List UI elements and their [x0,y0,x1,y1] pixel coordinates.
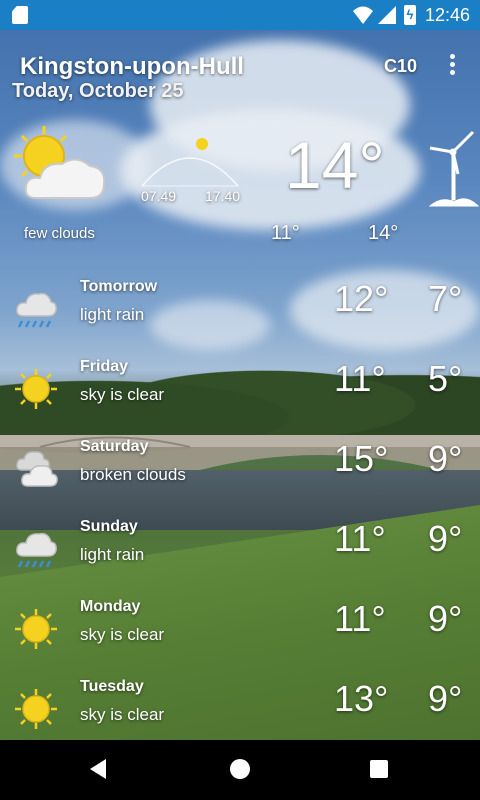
status-time: 12:46 [425,5,471,25]
today-min-temp: 11° [271,222,300,244]
sun-icon [14,688,58,730]
forecast-description: light rain [80,305,145,324]
forecast-low-temp: 5° [428,358,463,399]
overflow-menu-icon[interactable] [444,54,460,78]
wind-turbine-icon [428,130,480,207]
forecast-description: sky is clear [80,385,165,404]
today-description: few clouds [24,225,95,242]
forecast-day: Tuesday [80,678,144,695]
forecast-high-temp: 12° [334,278,389,319]
forecast-row[interactable]: Saturday broken clouds 15° 9° [0,438,480,518]
forecast-high-temp: 13° [334,678,389,719]
forecast-low-temp: 9° [428,598,463,639]
sun-path-icon [141,138,239,187]
forecast-low-temp: 9° [428,678,463,719]
forecast-high-temp: 11° [334,358,386,399]
forecast-row[interactable]: Tomorrow light rain 12° 7° [0,278,480,358]
forecast-day: Tomorrow [80,278,158,295]
forecast-description: sky is clear [80,625,165,644]
partly-cloudy-icon [14,126,106,199]
forecast-low-temp: 7° [428,278,463,319]
forecast-day: Sunday [80,518,138,535]
navigation-bar [0,740,480,800]
current-date: Today, October 25 [12,80,184,102]
wifi-icon [353,6,373,24]
unit-button[interactable]: C10 [384,56,417,77]
forecast-description: broken clouds [80,465,186,484]
forecast-row[interactable]: Sunday light rain 11° 9° [0,518,480,598]
forecast-low-temp: 9° [428,438,463,479]
recent-apps-icon[interactable] [370,760,388,778]
sun-icon [14,608,58,650]
forecast-day: Saturday [80,438,149,455]
status-bar: ϟ 12:46 [0,0,480,30]
forecast-high-temp: 15° [334,438,389,479]
sun-icon [14,368,58,410]
battery-charging-icon: ϟ [404,5,416,25]
forecast-low-temp: 9° [428,518,463,559]
signal-icon [378,6,396,24]
back-icon[interactable] [90,759,106,779]
sunset-time: 17.40 [205,188,241,204]
forecast-day: Friday [80,358,129,375]
forecast-high-temp: 11° [334,518,386,559]
today-max-temp: 14° [368,222,399,244]
rain-cloud-icon [14,288,58,330]
clouds-icon [14,448,58,490]
forecast-description: light rain [80,545,145,564]
forecast-row[interactable]: Friday sky is clear 11° 5° [0,358,480,438]
forecast-day: Monday [80,598,141,615]
forecast-description: sky is clear [80,705,165,724]
current-temperature: 14° [285,128,385,202]
sunrise-time: 07.49 [141,188,177,204]
city-name[interactable]: Kingston-upon-Hull [20,53,244,81]
rain-cloud-icon [14,528,58,570]
home-icon[interactable] [230,759,250,779]
forecast-row[interactable]: Monday sky is clear 11° 9° [0,598,480,678]
sd-card-icon [12,6,28,24]
forecast-high-temp: 11° [334,598,386,639]
